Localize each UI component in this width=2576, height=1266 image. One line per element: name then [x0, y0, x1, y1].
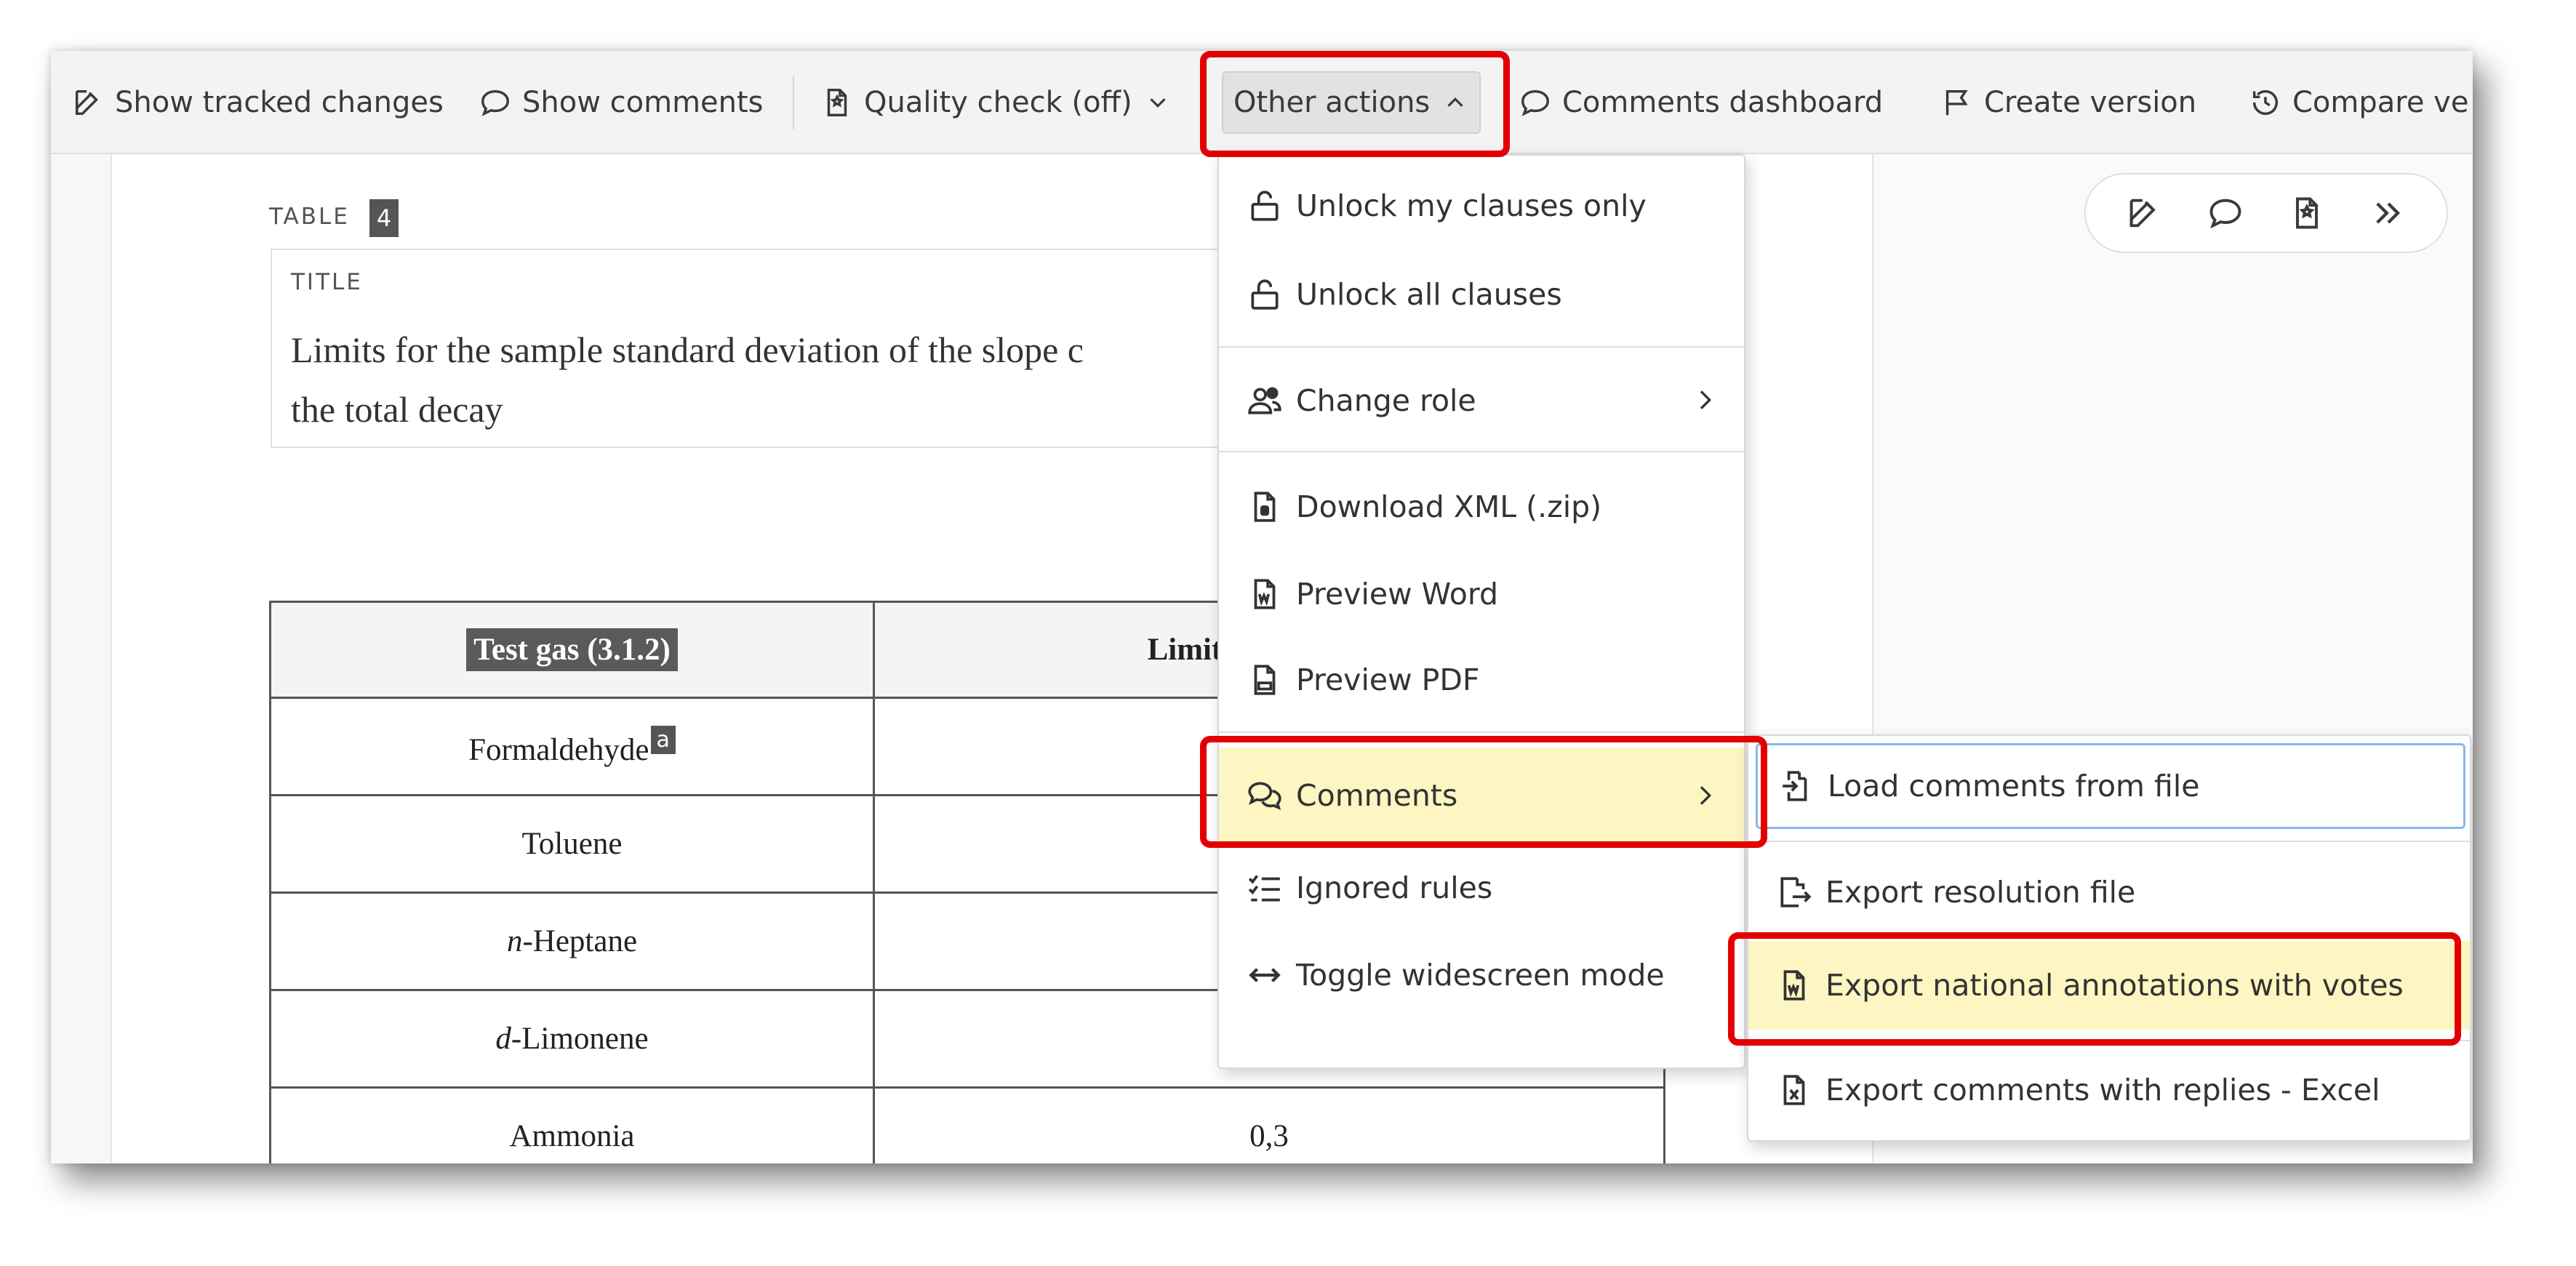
compare-versions-label: Compare ve: [2292, 86, 2469, 119]
gas-prefix: n: [506, 924, 523, 958]
menu-item-label: Load comments from file: [1828, 769, 2200, 804]
arrows-horizontal-icon: [1249, 968, 1281, 982]
quality-check-label: Quality check (off): [864, 86, 1132, 119]
menu-item-label: Export resolution file: [1825, 875, 2136, 910]
footnote-badge[interactable]: a: [650, 725, 676, 754]
word-file-icon: [1254, 579, 1276, 609]
compare-versions-button[interactable]: Compare ve: [2249, 71, 2468, 134]
zip-file-icon: [1254, 492, 1276, 522]
comment-icon: [1521, 89, 1549, 116]
menu-item-label: Unlock all clauses: [1296, 277, 1562, 312]
gas-name: -Heptane: [522, 924, 638, 958]
comment-icon: [481, 89, 509, 116]
table-cell: Formaldehyde a: [269, 697, 875, 796]
menu-item-change-role[interactable]: Change role: [1219, 361, 1744, 441]
pdf-file-icon: [1254, 665, 1276, 695]
gas-name: Ammonia: [509, 1119, 635, 1153]
menu-item-label: Unlock my clauses only: [1296, 188, 1647, 223]
unlock-icon: [1251, 279, 1279, 310]
menu-item-label: Download XML (.zip): [1296, 489, 1602, 524]
edit-icon[interactable]: [2125, 194, 2163, 232]
callout-comments: [1200, 736, 1767, 848]
title-label: TITLE: [291, 269, 363, 295]
quality-check-button[interactable]: Quality check (off): [820, 71, 1182, 134]
menu-item-label: Toggle widescreen mode: [1296, 958, 1665, 993]
double-chevron-right-icon[interactable]: [2369, 194, 2407, 232]
title-box[interactable]: TITLE Limits for the sample standard dev…: [271, 249, 1289, 448]
menu-divider: [1219, 451, 1744, 452]
callout-export-national-annotations: [1728, 932, 2461, 1046]
menu-item-ignored-rules[interactable]: Ignored rules: [1219, 848, 1744, 928]
menu-item-label: Ignored rules: [1296, 870, 1493, 905]
checklist-icon: [1248, 875, 1280, 902]
chevron-down-icon: [1150, 98, 1166, 108]
table-cell: n-Heptane: [269, 892, 875, 991]
history-icon: [2252, 90, 2279, 116]
menu-item-toggle-widescreen[interactable]: Toggle widescreen mode: [1219, 935, 1744, 1015]
menu-divider: [1219, 732, 1744, 733]
gas-prefix: d: [495, 1022, 511, 1056]
side-toolbar: [2084, 173, 2448, 253]
left-gutter: [51, 154, 112, 1163]
quality-check-icon[interactable]: [2288, 194, 2326, 232]
create-version-button[interactable]: Create version: [1940, 71, 2196, 134]
menu-item-preview-pdf[interactable]: Preview PDF: [1219, 640, 1744, 720]
excel-file-icon: [1783, 1075, 1805, 1105]
app-window: Show tracked changes Show comments Quali…: [51, 51, 2473, 1163]
callout-other-actions: [1200, 51, 1510, 157]
users-icon: [1248, 387, 1281, 414]
gas-name: Formaldehyde: [468, 732, 649, 767]
flag-icon: [1945, 89, 1968, 116]
table-row: Ammonia 0,3: [269, 1086, 1665, 1163]
menu-item-label: Export comments with replies - Excel: [1825, 1073, 2380, 1107]
file-export-icon: [1780, 877, 1812, 908]
show-tracked-changes-label: Show tracked changes: [115, 86, 444, 119]
file-import-icon: [1783, 771, 1807, 801]
comment-icon[interactable]: [2207, 194, 2244, 232]
comments-dashboard-label: Comments dashboard: [1562, 86, 1884, 119]
show-comments-label: Show comments: [522, 86, 764, 119]
menu-item-label: Preview Word: [1296, 577, 1499, 612]
toolbar-divider: [793, 76, 794, 129]
comments-dashboard-button[interactable]: Comments dashboard: [1519, 71, 1883, 134]
menu-item-label: Change role: [1296, 383, 1476, 418]
table-number-badge: 4: [369, 199, 399, 237]
menu-divider: [1219, 346, 1744, 348]
gas-name: Toluene: [521, 827, 623, 861]
gas-name: -Limonene: [511, 1022, 649, 1056]
table-cell: Toluene: [269, 794, 875, 894]
menu-divider: [1748, 841, 2470, 842]
show-tracked-changes-button[interactable]: Show tracked changes: [71, 71, 444, 134]
table-header-cell: Test gas (3.1.2): [269, 601, 875, 699]
menu-item-download-xml[interactable]: Download XML (.zip): [1219, 467, 1744, 547]
title-line-1: Limits for the sample standard deviation…: [291, 329, 1084, 370]
table-cell: 0,3: [873, 1086, 1665, 1163]
menu-item-load-comments-from-file[interactable]: Load comments from file: [1756, 743, 2465, 829]
table-label: TABLE: [269, 204, 350, 230]
show-comments-button[interactable]: Show comments: [479, 71, 764, 134]
menu-item-preview-word[interactable]: Preview Word: [1219, 554, 1744, 634]
edit-icon: [75, 89, 98, 116]
other-actions-menu: Unlock my clauses only Unlock all clause…: [1217, 154, 1745, 1069]
test-gas-header: Test gas (3.1.2): [466, 628, 678, 671]
table-cell: d-Limonene: [269, 989, 875, 1089]
title-line-2: the total decay: [291, 389, 503, 430]
menu-item-unlock-my-clauses[interactable]: Unlock my clauses only: [1219, 166, 1744, 246]
table-cell: Ammonia: [269, 1086, 875, 1163]
quality-check-icon: [827, 89, 847, 116]
menu-item-export-comments-excel[interactable]: Export comments with replies - Excel: [1748, 1050, 2470, 1130]
table-title-text: Limits for the sample standard deviation…: [291, 320, 1265, 439]
menu-item-unlock-all-clauses[interactable]: Unlock all clauses: [1219, 255, 1744, 334]
menu-item-label: Preview PDF: [1296, 662, 1480, 697]
menu-item-export-resolution-file[interactable]: Export resolution file: [1748, 852, 2470, 932]
create-version-label: Create version: [1984, 86, 2197, 119]
unlock-icon: [1251, 191, 1279, 221]
chevron-right-icon: [1700, 390, 1712, 409]
